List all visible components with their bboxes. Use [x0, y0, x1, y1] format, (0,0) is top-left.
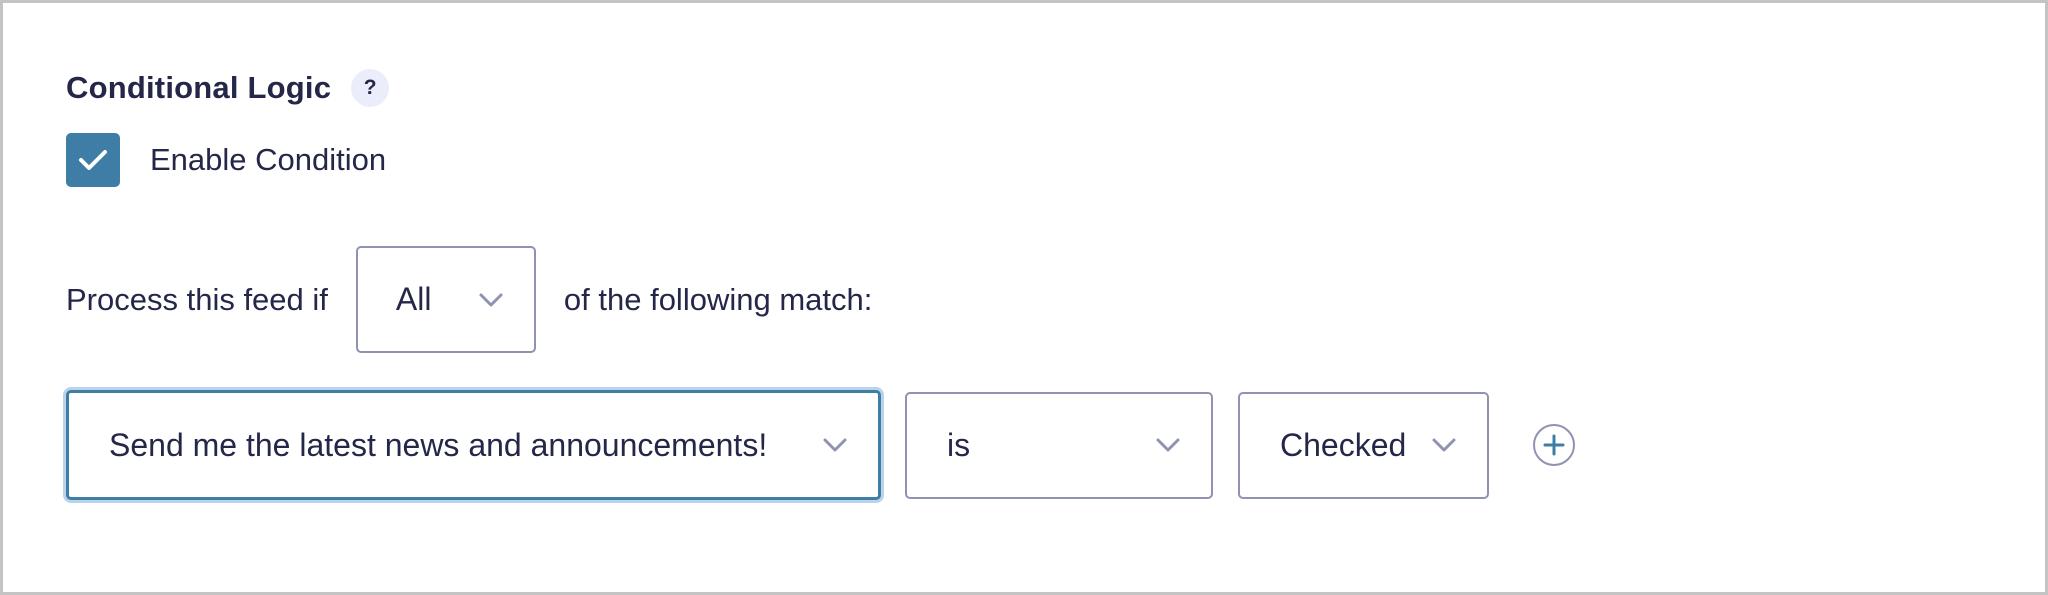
add-rule-button[interactable] [1533, 424, 1575, 466]
enable-condition-label: Enable Condition [150, 142, 387, 177]
enable-condition-checkbox[interactable] [66, 133, 120, 187]
conditional-logic-panel: Conditional Logic ? Enable Condition Pro… [0, 0, 2048, 595]
process-feed-row: Process this feed if All of the followin… [66, 246, 872, 353]
chevron-down-icon [478, 292, 504, 308]
section-title: Conditional Logic [66, 70, 332, 105]
condition-rule-row: Send me the latest news and announcement… [66, 390, 1575, 500]
chevron-down-icon [1155, 437, 1181, 453]
rule-field-select[interactable]: Send me the latest news and announcement… [66, 390, 881, 500]
rule-field-value: Send me the latest news and announcement… [109, 426, 768, 463]
match-type-value: All [395, 281, 432, 317]
match-type-select[interactable]: All [355, 246, 536, 353]
rule-value-select[interactable]: Checked [1238, 391, 1489, 499]
conditional-logic-header: Conditional Logic ? [66, 65, 390, 111]
plus-icon [1543, 434, 1565, 456]
process-suffix-text: of the following match: [563, 281, 873, 317]
rule-operator-select[interactable]: is [905, 391, 1213, 499]
checkmark-icon [79, 150, 107, 170]
chevron-down-icon [822, 437, 848, 453]
question-mark-icon: ? [363, 76, 377, 99]
rule-value-value: Checked [1280, 426, 1407, 463]
rule-operator-value: is [947, 426, 971, 463]
chevron-down-icon [1431, 437, 1457, 453]
help-button[interactable]: ? [351, 69, 390, 107]
enable-condition-row: Enable Condition [66, 133, 386, 187]
process-prefix-text: Process this feed if [66, 281, 328, 317]
